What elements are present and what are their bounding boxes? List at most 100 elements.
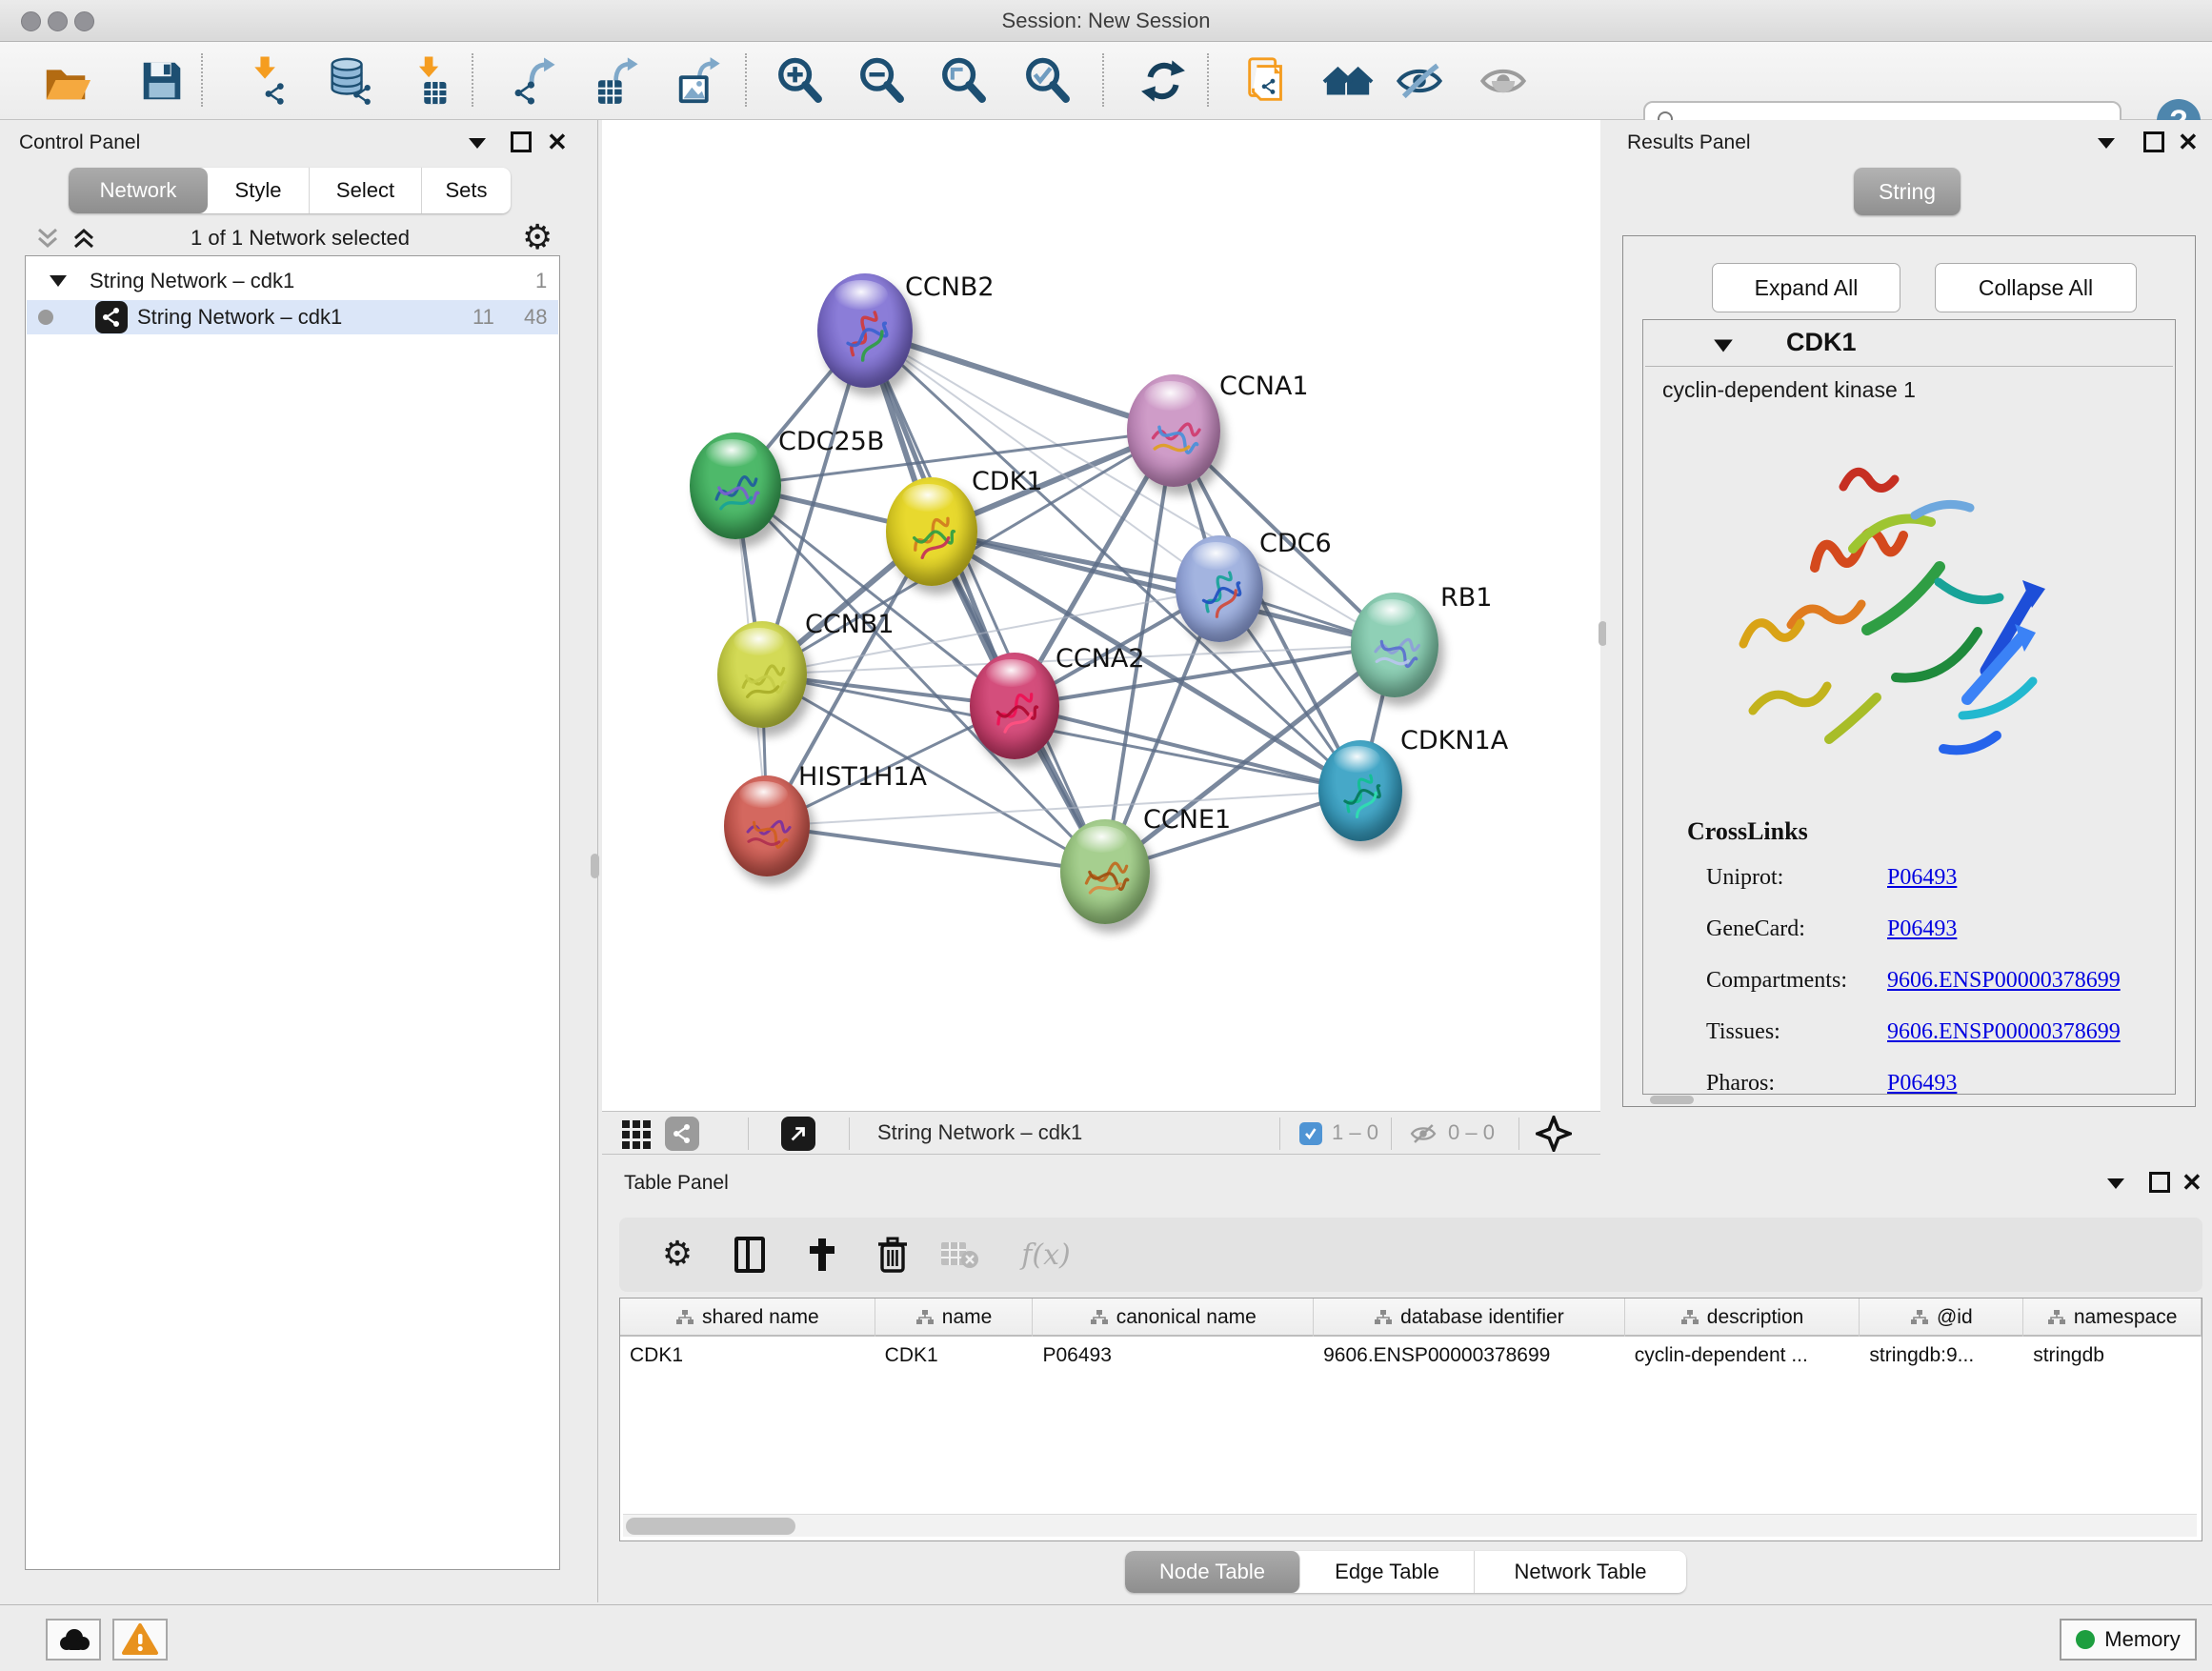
expand-all-button[interactable]: Expand All	[1712, 263, 1900, 312]
cell--id[interactable]: stringdb:9...	[1860, 1337, 2023, 1375]
table-hscrollbar-thumb[interactable]	[626, 1518, 795, 1535]
network-node-ccna1[interactable]	[1127, 374, 1220, 487]
column-header-canonical-name[interactable]: canonical name	[1033, 1299, 1314, 1337]
detach-view-icon[interactable]	[781, 1117, 815, 1151]
gene-symbol: CDK1	[1786, 328, 1857, 357]
network-options-gear-icon[interactable]: ⚙	[522, 221, 553, 255]
results-scrollbar-thumb[interactable]	[1650, 1096, 1694, 1104]
panel-close-icon[interactable]: ✕	[2182, 1168, 2202, 1198]
column-header-description[interactable]: description	[1625, 1299, 1860, 1337]
tab-style[interactable]: Style	[208, 168, 310, 213]
tab-select[interactable]: Select	[310, 168, 422, 213]
export-network-button[interactable]	[508, 53, 563, 109]
zoom-selected-button[interactable]	[1020, 53, 1076, 109]
network-overview-icon[interactable]	[665, 1117, 699, 1151]
memory-button[interactable]: Memory	[2060, 1619, 2197, 1661]
zoom-out-button[interactable]	[855, 53, 910, 109]
string-app-button[interactable]	[1239, 53, 1295, 109]
expand-all-icon[interactable]	[70, 225, 97, 252]
tab-sets[interactable]: Sets	[422, 168, 511, 213]
warnings-button[interactable]	[112, 1619, 168, 1661]
crosslink-compartments-link[interactable]: 9606.ENSP00000378699	[1887, 968, 2121, 994]
check-glyph	[1036, 69, 1051, 82]
crosslink-pharos-link[interactable]: P06493	[1887, 1071, 1957, 1097]
network-node-cdc25b[interactable]	[690, 433, 781, 539]
birds-eye-grid-icon[interactable]	[621, 1119, 652, 1150]
show-panels-button[interactable]	[1476, 53, 1531, 109]
table-hscrollbar[interactable]	[623, 1514, 2197, 1537]
panel-close-icon[interactable]: ✕	[2178, 128, 2199, 157]
network-node-ccnb2[interactable]	[817, 273, 913, 388]
export-table-button[interactable]	[590, 53, 645, 109]
network-node-rb1[interactable]	[1351, 593, 1438, 697]
show-columns-icon[interactable]	[726, 1231, 774, 1278]
import-network-database-button[interactable]	[321, 53, 376, 109]
cell-canonical-name[interactable]: P06493	[1033, 1337, 1314, 1375]
cell-name[interactable]: CDK1	[875, 1337, 1034, 1375]
table-row[interactable]: CDK1CDK1P064939606.ENSP00000378699cyclin…	[620, 1337, 2202, 1375]
column-header-namespace[interactable]: namespace	[2023, 1299, 2202, 1337]
crosslink-genecard-link[interactable]: P06493	[1887, 916, 1957, 942]
network-node-ccnb1[interactable]	[717, 621, 807, 728]
zoom-fit-button[interactable]	[936, 53, 992, 109]
network-node-ccne1[interactable]	[1060, 819, 1150, 924]
tab-node-table[interactable]: Node Table	[1125, 1551, 1300, 1593]
crosslink-uniprot-link[interactable]: P06493	[1887, 865, 1957, 891]
tab-network-table[interactable]: Network Table	[1475, 1551, 1686, 1593]
panel-menu-icon[interactable]	[467, 135, 488, 155]
network-edge[interactable]	[767, 826, 1105, 872]
cloud-status-button[interactable]	[46, 1619, 101, 1661]
column-header-name[interactable]: name	[875, 1299, 1034, 1337]
title-bar: Session: New Session	[0, 0, 2212, 42]
network-item-row[interactable]: String Network – cdk1 11 48	[27, 300, 558, 334]
zoom-in-button[interactable]	[773, 53, 828, 109]
export-image-button[interactable]	[672, 53, 727, 109]
tab-string[interactable]: String	[1854, 168, 1961, 215]
tab-network[interactable]: Network	[69, 168, 208, 213]
network-node-cdkn1a[interactable]	[1318, 740, 1402, 841]
panel-menu-icon[interactable]	[2096, 135, 2117, 155]
cell-database-identifier[interactable]: 9606.ENSP00000378699	[1314, 1337, 1625, 1375]
home-layout-button[interactable]	[1320, 53, 1376, 109]
import-table-file-button[interactable]	[403, 53, 458, 109]
cell-description[interactable]: cyclin-dependent ...	[1625, 1337, 1860, 1375]
crosslink-tissues-link[interactable]: 9606.ENSP00000378699	[1887, 1019, 2121, 1045]
left-splitter-handle[interactable]	[591, 854, 599, 878]
hide-panels-button[interactable]	[1392, 53, 1447, 109]
tab-edge-table[interactable]: Edge Table	[1300, 1551, 1475, 1593]
card-expander-icon[interactable]	[1712, 337, 1735, 354]
panel-menu-icon[interactable]	[2105, 1176, 2126, 1196]
panel-float-icon[interactable]	[511, 131, 532, 152]
save-session-button[interactable]	[134, 53, 190, 109]
network-node-cdk1[interactable]	[886, 477, 977, 586]
panel-close-icon[interactable]: ✕	[547, 128, 568, 157]
separator	[1391, 1117, 1392, 1150]
tree-expander-icon[interactable]	[48, 272, 69, 290]
network-canvas[interactable]: CCNB2CCNA1CDC25BCDK1CDC6RB1CCNB1CCNA2CDK…	[602, 120, 1600, 1111]
panel-float-icon[interactable]	[2143, 131, 2164, 152]
network-edge[interactable]	[865, 331, 1174, 431]
fit-content-crosshair-icon[interactable]	[1536, 1116, 1572, 1152]
refresh-view-button[interactable]	[1136, 53, 1191, 109]
selection-status: 1 of 1 Network selected	[114, 226, 486, 251]
delete-column-trash-icon[interactable]	[869, 1231, 916, 1278]
network-collection-row[interactable]: String Network – cdk1 1	[27, 264, 558, 298]
network-node-cdc6[interactable]	[1176, 535, 1263, 642]
function-builder-icon[interactable]: f(x)	[1008, 1231, 1084, 1278]
collapse-all-icon[interactable]	[34, 225, 61, 252]
delete-table-icon[interactable]	[935, 1231, 983, 1278]
table-options-gear-icon[interactable]: ⚙	[654, 1231, 701, 1278]
import-network-file-button[interactable]	[239, 53, 294, 109]
cell-namespace[interactable]: stringdb	[2023, 1337, 2202, 1375]
network-node-hist1h1a[interactable]	[724, 775, 810, 876]
column-header-database-identifier[interactable]: database identifier	[1314, 1299, 1625, 1337]
network-node-ccna2[interactable]	[970, 653, 1059, 759]
column-header-shared-name[interactable]: shared name	[620, 1299, 875, 1337]
add-column-icon[interactable]	[798, 1231, 846, 1278]
selected-items-checkbox[interactable]	[1299, 1122, 1322, 1145]
collapse-all-button[interactable]: Collapse All	[1935, 263, 2137, 312]
cell-shared-name[interactable]: CDK1	[620, 1337, 875, 1375]
panel-float-icon[interactable]	[2149, 1172, 2170, 1193]
column-header--id[interactable]: @id	[1860, 1299, 2023, 1337]
open-session-button[interactable]	[39, 53, 94, 109]
